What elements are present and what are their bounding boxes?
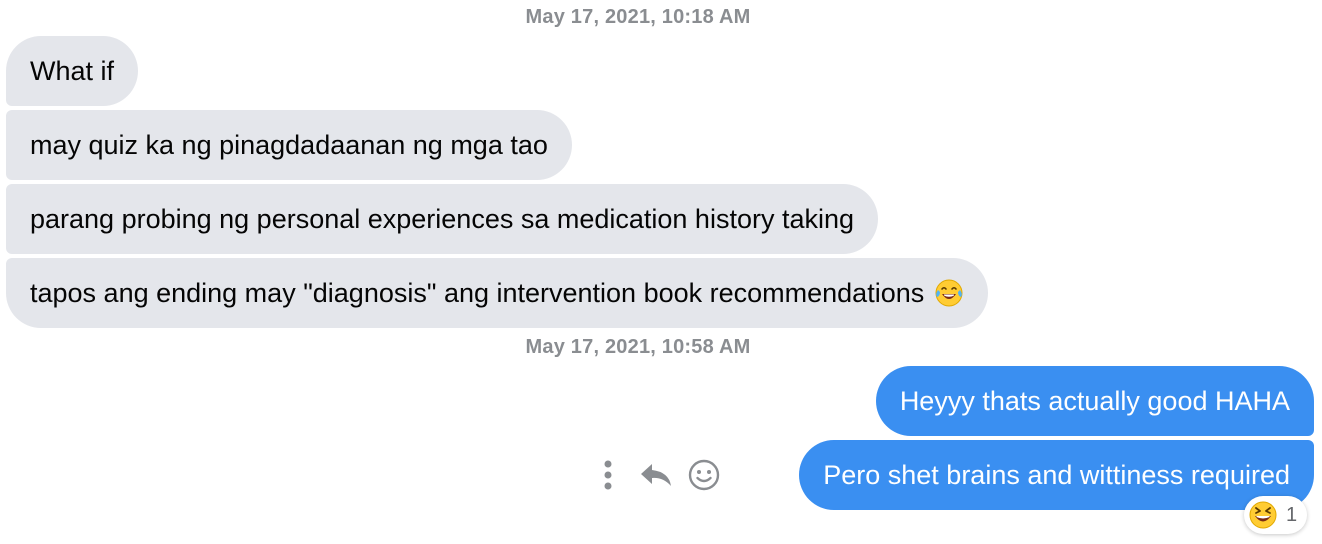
message-bubble-incoming[interactable]: may quiz ka ng pinagdadaanan ng mga tao: [6, 110, 572, 180]
message-text: may quiz ka ng pinagdadaanan ng mga tao: [30, 129, 548, 160]
message-bubble-incoming[interactable]: tapos ang ending may "diagnosis" ang int…: [6, 258, 989, 328]
grinning-squinting-face-icon: [1249, 501, 1277, 529]
more-options-icon[interactable]: [588, 455, 628, 495]
message-text: parang probing ng personal experiences s…: [30, 203, 855, 234]
message-text: Pero shet brains and wittiness required: [823, 459, 1290, 490]
message-bubble-incoming[interactable]: parang probing ng personal experiences s…: [6, 184, 879, 254]
message-text: What if: [30, 55, 115, 86]
reply-icon[interactable]: [636, 455, 676, 495]
message-text: Heyyy thats actually good HAHA: [899, 385, 1290, 416]
message-bubble-outgoing[interactable]: Pero shet brains and wittiness required: [799, 440, 1314, 510]
react-icon[interactable]: [684, 455, 724, 495]
message-actions: [588, 455, 732, 495]
message-text: tapos ang ending may "diagnosis" ang int…: [30, 277, 925, 308]
reaction-count: 1: [1286, 503, 1298, 526]
timestamp: May 17, 2021, 10:18 AM: [525, 6, 751, 28]
tears-of-joy-emoji-icon: [934, 278, 964, 308]
timestamp: May 17, 2021, 10:58 AM: [525, 336, 751, 358]
message-bubble-incoming[interactable]: What if: [6, 36, 139, 106]
message-bubble-outgoing[interactable]: Heyyy thats actually good HAHA: [875, 366, 1314, 436]
reaction-badge[interactable]: 1: [1244, 496, 1308, 534]
